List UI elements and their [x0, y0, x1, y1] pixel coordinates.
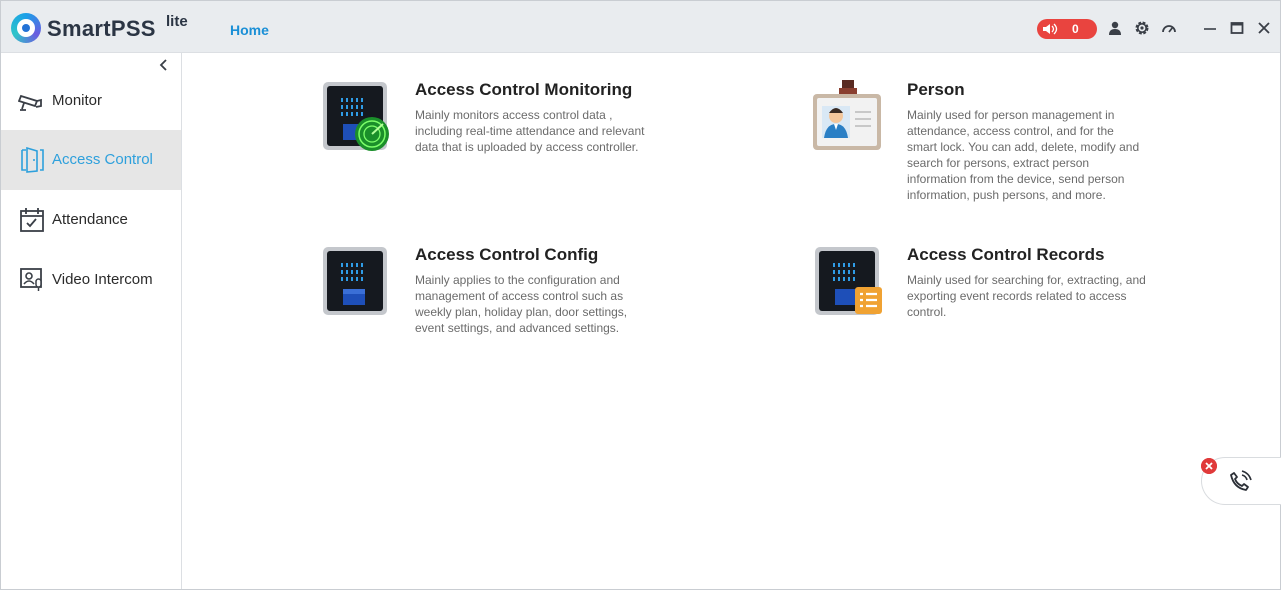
app-name: SmartPSS [47, 16, 156, 41]
alarm-badge[interactable]: 0 [1037, 19, 1097, 39]
card-title: Person [907, 80, 965, 99]
card-access-control-config[interactable]: Access Control Config Mainly applies to … [321, 245, 741, 385]
camera-icon [18, 94, 42, 111]
sidebar-item-attendance[interactable]: Attendance [1, 190, 181, 250]
maximize-icon[interactable] [1229, 20, 1245, 36]
card-title: Access Control Records [907, 245, 1105, 264]
id-badge-icon [813, 80, 881, 150]
sidebar-item-label: Monitor [52, 92, 103, 109]
alarm-count: 0 [1072, 22, 1079, 36]
calendar-check-icon [20, 208, 44, 232]
sidebar-item-label: Attendance [52, 211, 128, 228]
title-bar: SmartPSS lite Home 0 [1, 1, 1280, 53]
speedometer-icon[interactable] [1161, 20, 1177, 36]
smartpss-logo-icon [11, 13, 41, 43]
sidebar-item-monitor[interactable]: Monitor [1, 71, 181, 131]
phone-ringing-icon [1230, 470, 1252, 491]
gear-icon[interactable] [1134, 20, 1150, 36]
card-title: Access Control Config [415, 245, 599, 264]
door-icon [21, 147, 44, 173]
intercom-icon [20, 268, 42, 291]
tab-home[interactable]: Home [230, 22, 269, 38]
sidebar-item-label: Video Intercom [52, 271, 153, 288]
app-window: SmartPSS lite Home 0 Monitor Access Cont… [0, 0, 1281, 590]
card-description: Mainly applies to the configuration and … [415, 273, 628, 335]
card-description: Mainly monitors access control data , in… [415, 108, 645, 154]
sidebar-item-label: Access Control [52, 151, 153, 168]
sidebar-item-video-intercom[interactable]: Video Intercom [1, 250, 181, 310]
card-person[interactable]: Person Mainly used for person management… [813, 80, 1233, 220]
access-device-radar-icon [323, 82, 389, 151]
sidebar-item-access-control[interactable]: Access Control [1, 130, 181, 190]
close-icon[interactable] [1256, 20, 1272, 36]
minimize-icon[interactable] [1202, 20, 1218, 36]
card-access-control-records[interactable]: Access Control Records Mainly used for s… [813, 245, 1233, 385]
card-description: Mainly used for searching for, extractin… [907, 273, 1146, 319]
close-call-widget-icon[interactable] [1201, 458, 1217, 474]
user-icon[interactable] [1107, 20, 1123, 36]
card-access-control-monitoring[interactable]: Access Control Monitoring Mainly monitor… [321, 80, 741, 220]
access-device-records-icon [815, 247, 882, 315]
speaker-icon [1043, 23, 1058, 35]
card-title: Access Control Monitoring [415, 80, 633, 99]
access-device-icon [323, 247, 387, 315]
card-description: Mainly used for person management in att… [907, 108, 1140, 202]
sidebar: Monitor Access Control Attendance Video … [1, 53, 182, 589]
app-edition: lite [166, 13, 188, 30]
